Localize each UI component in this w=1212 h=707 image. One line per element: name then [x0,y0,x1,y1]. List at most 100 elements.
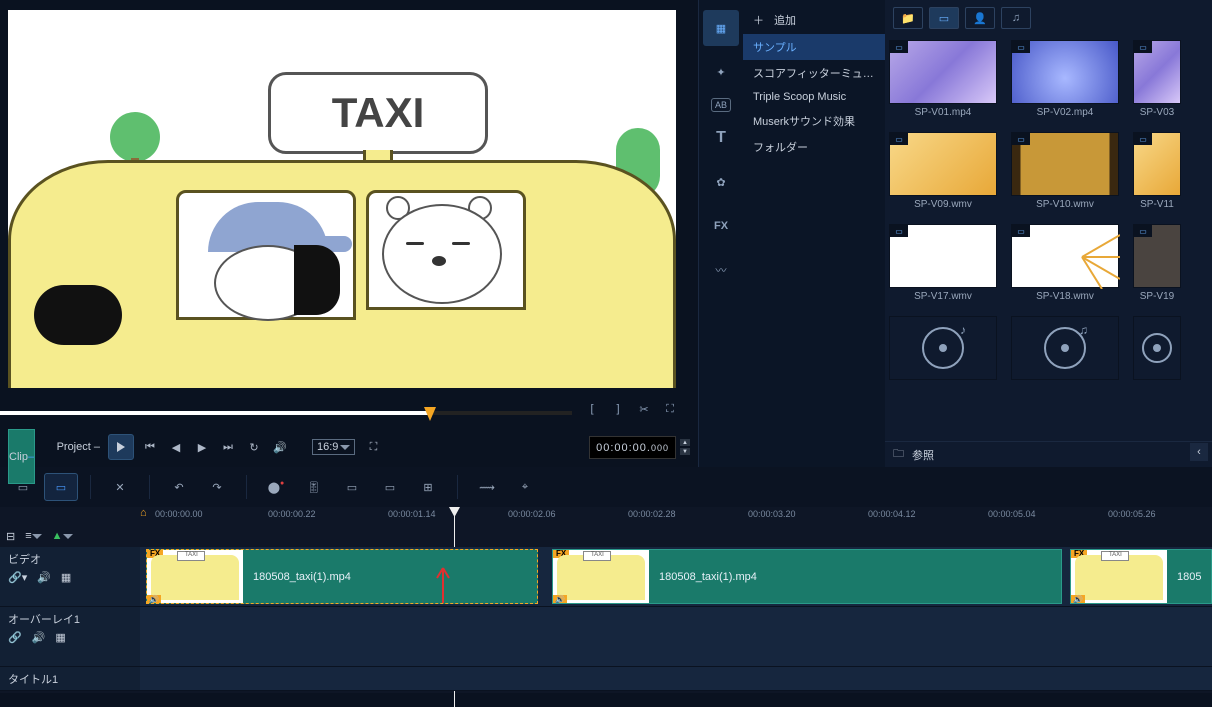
play-button[interactable] [108,434,134,460]
track-header-title[interactable]: タイトル1 [0,667,140,691]
thumb-item[interactable]: ▭SP-V18.wmv [1011,224,1119,302]
audio-mixer-button[interactable]: 🎚 [297,473,331,501]
tab-fx[interactable]: FX [703,208,739,244]
go-start-button[interactable]: ⏮ [142,439,158,455]
record-button[interactable]: ⬤● [259,473,293,501]
tab-media[interactable]: ▦ [703,10,739,46]
expand-icon[interactable]: ⛶ [662,401,678,417]
mark-in-icon[interactable]: [ [584,401,600,417]
timeline-ruler[interactable]: ⌂ 00:00:00.00 00:00:00.22 00:00:01.14 00… [0,507,1212,525]
scrub-bar[interactable] [0,407,572,419]
ruler-home-icon[interactable]: ⌂ [140,507,154,521]
chevron-down-icon [32,534,42,539]
tab-transitions[interactable]: ✦ [703,54,739,90]
ruler-tick: 00:00:00.22 [268,509,316,519]
tab-text[interactable]: T [703,120,739,156]
thumb-item[interactable]: ▭SP-V01.mp4 [889,40,997,118]
scroll-left-button[interactable]: ‹ [1190,443,1208,461]
tree-item-scorefitter[interactable]: スコアフィッターミュー... [743,60,885,86]
track-name: タイトル1 [8,671,132,687]
mode-labels[interactable]: Project – Clip – [8,441,100,453]
link-icon[interactable]: 🔗 [8,631,22,644]
thumb-item[interactable]: ♫ [1011,316,1119,380]
library-panel: ▦ ✦ AB T ✿ FX 〰 ＋ 追加 サンプル スコアフィッターミュー...… [698,0,1212,467]
view-video-button[interactable]: ▭ [929,7,959,29]
resize-button[interactable]: ⛶ [365,439,381,455]
track-area[interactable]: TAXI 180508_taxi(1).mp4 TAXI 180508_taxi… [140,547,1212,691]
zoom-fit-button[interactable]: ▲ [52,530,73,542]
timecode-main: 00:00:00. [596,442,651,454]
timeline-view-button[interactable]: ▭ [44,473,78,501]
thumb-item[interactable]: ▭SP-V02.mp4 [1011,40,1119,118]
tab-motion[interactable]: 〰 [703,252,739,288]
focus-button[interactable]: ⌖ [508,473,542,501]
tree-item-folder[interactable]: フォルダー [743,134,885,160]
separator [90,475,91,499]
chevron-down-icon [340,445,350,450]
add-button[interactable]: ＋ 追加 [743,6,885,34]
tab-graphics[interactable]: ✿ [703,164,739,200]
mute-icon[interactable]: 🔊 [37,571,51,584]
chapter-button[interactable]: ▭ [373,473,407,501]
timeline-body: ビデオ 🔗▾🔊▦ オーバーレイ1 🔗🔊▦ タイトル1 TAXI 180508_t… [0,547,1212,691]
track-row-overlay[interactable] [140,607,1212,667]
link-icon[interactable]: 🔗▾ [8,571,27,584]
next-frame-button[interactable]: ▶ [194,439,210,455]
add-track-button[interactable]: ⊟ [6,530,15,543]
zoom-menu-button[interactable]: ≡ [25,530,41,542]
split-icon[interactable]: ✂ [636,401,652,417]
tree-item-sample[interactable]: サンプル [743,34,885,60]
undo-button[interactable]: ↶ [162,473,196,501]
thumb-item[interactable]: ▭SP-V19 [1133,224,1181,302]
track-header-video[interactable]: ビデオ 🔗▾🔊▦ [0,547,140,607]
timeline-toolbar: ▭ ▭ ✕ ↶ ↷ ⬤● 🎚 ▭ ▭ ⊞ ⟿ ⌖ [0,467,1212,507]
tools-button[interactable]: ✕ [103,473,137,501]
redo-button[interactable]: ↷ [200,473,234,501]
volume-button[interactable]: 🔊 [272,439,288,455]
track-headers: ビデオ 🔗▾🔊▦ オーバーレイ1 🔗🔊▦ タイトル1 [0,547,140,691]
clip-selected[interactable]: TAXI 180508_taxi(1).mp4 [146,549,538,604]
browse-icon[interactable]: 🗀 [893,445,904,464]
thumb-item[interactable] [1133,316,1181,380]
taxi-sign: TAXI [268,72,488,154]
lock-icon[interactable]: ▦ [61,571,71,584]
thumb-item[interactable]: ▭SP-V09.wmv [889,132,997,210]
mark-out-icon[interactable]: ] [610,401,626,417]
timecode-display[interactable]: 00:00:00.000 [589,436,676,459]
tree-item-muserk[interactable]: Muserkサウンド効果 [743,108,885,134]
track-row-title[interactable] [140,667,1212,691]
thumb-item[interactable]: ▭SP-V11 [1133,132,1181,210]
thumb-item[interactable]: ▭SP-V10.wmv [1011,132,1119,210]
motion-button[interactable]: ⟿ [470,473,504,501]
thumb-item[interactable]: ▭SP-V17.wmv [889,224,997,302]
starburst-icon [1012,225,1120,289]
prev-frame-button[interactable]: ◀ [168,439,184,455]
lock-icon[interactable]: ▦ [55,631,65,644]
disc-icon: ♫ [1044,327,1086,369]
preview-pane: TAXI [ [0,0,698,467]
import-button[interactable]: 📁 [893,7,923,29]
timecode-down-button[interactable]: ▼ [680,448,690,455]
timecode-up-button[interactable]: ▲ [680,439,690,446]
clip[interactable]: TAXI 1805 [1070,549,1212,604]
view-photo-button[interactable]: 👤 [965,7,995,29]
view-audio-button[interactable]: ♫ [1001,7,1031,29]
thumb-label: SP-V09.wmv [889,199,997,210]
thumb-item[interactable]: ▭SP-V03 [1133,40,1181,118]
loop-button[interactable]: ↻ [246,439,262,455]
browse-label[interactable]: 参照 [912,447,934,463]
track-header-overlay[interactable]: オーバーレイ1 🔗 🔊 ▦ [0,607,140,667]
mute-icon[interactable]: 🔊 [32,631,46,644]
clip[interactable]: TAXI 180508_taxi(1).mp4 [552,549,1062,604]
aspect-ratio-selector[interactable]: 16:9 [312,439,355,455]
track-name: オーバーレイ1 [8,611,132,627]
thumb-item[interactable]: ♪ [889,316,997,380]
track-row-video[interactable]: TAXI 180508_taxi(1).mp4 TAXI 180508_taxi… [140,547,1212,607]
multi-view-button[interactable]: ⊞ [411,473,445,501]
auto-music-button[interactable]: ▭ [335,473,369,501]
ruler-tick: 00:00:01.14 [388,509,436,519]
tree-item-triplescoop[interactable]: Triple Scoop Music [743,86,885,108]
preview-canvas[interactable]: TAXI [8,10,676,388]
tab-titles[interactable]: AB [711,98,731,112]
go-end-button[interactable]: ⏭ [220,439,236,455]
